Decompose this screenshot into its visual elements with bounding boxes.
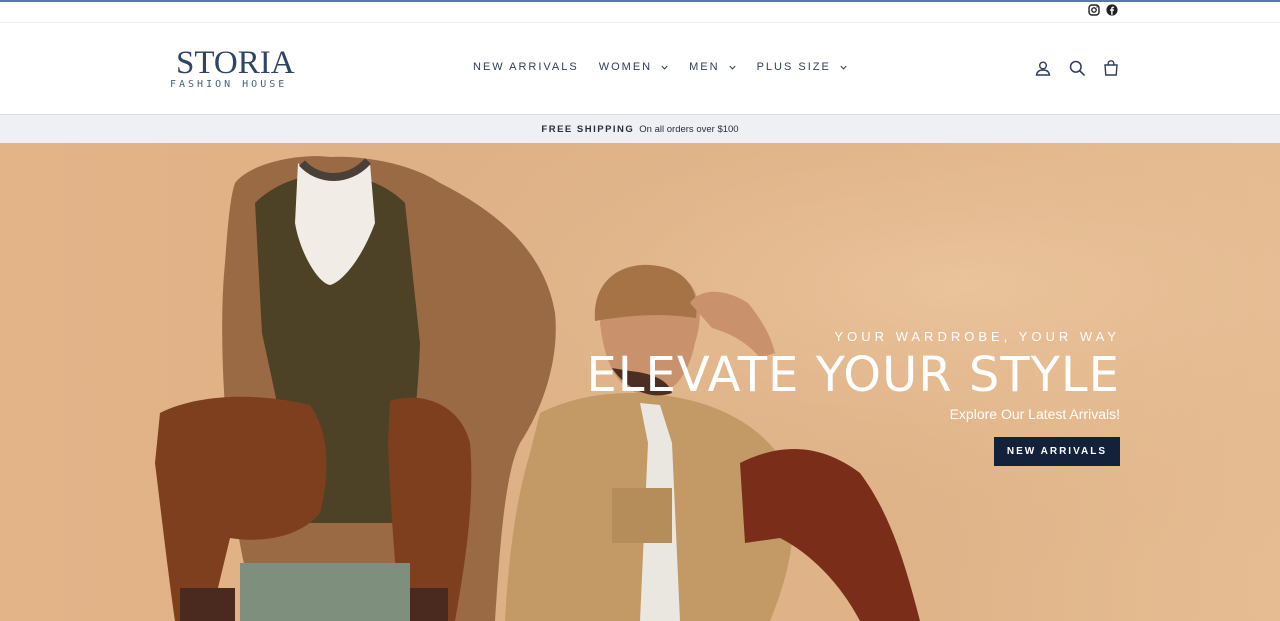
main-nav: NEW ARRIVALS WOMEN MEN PLUS SIZE [473, 61, 868, 73]
nav-label: NEW ARRIVALS [473, 61, 579, 73]
nav-label: WOMEN [598, 61, 653, 73]
header-icons [1034, 59, 1120, 77]
promo-bar: FREE SHIPPING On all orders over $100 [0, 114, 1280, 143]
chevron-down-icon [661, 65, 668, 70]
hero-text: YOUR WARDROBE, YOUR WAY ELEVATE YOUR STY… [500, 329, 1120, 466]
promo-detail: On all orders over $100 [639, 123, 739, 135]
nav-plus-size[interactable]: PLUS SIZE [757, 61, 848, 73]
top-accent-line [0, 0, 1280, 2]
search-icon[interactable] [1068, 59, 1086, 77]
site-header: STORIA FASHION HOUSE NEW ARRIVALS WOMEN … [0, 22, 1280, 114]
instagram-icon[interactable] [1088, 4, 1100, 16]
chevron-down-icon [840, 65, 847, 70]
hero-kicker: YOUR WARDROBE, YOUR WAY [834, 329, 1120, 344]
hero-banner: YOUR WARDROBE, YOUR WAY ELEVATE YOUR STY… [0, 143, 1280, 621]
facebook-icon[interactable] [1106, 4, 1118, 16]
promo-headline: FREE SHIPPING [541, 123, 635, 135]
logo-wordmark: STORIA [176, 45, 295, 81]
new-arrivals-button[interactable]: NEW ARRIVALS [993, 437, 1120, 466]
social-links [1088, 4, 1118, 16]
nav-women[interactable]: WOMEN [599, 61, 669, 73]
logo[interactable]: STORIA FASHION HOUSE [170, 45, 320, 95]
nav-men[interactable]: MEN [689, 61, 736, 73]
logo-tagline: FASHION HOUSE [170, 79, 288, 90]
account-icon[interactable] [1034, 59, 1052, 77]
nav-label: MEN [689, 61, 720, 73]
nav-label: PLUS SIZE [756, 61, 831, 73]
nav-new-arrivals[interactable]: NEW ARRIVALS [473, 61, 579, 73]
hero-title: ELEVATE YOUR STYLE [586, 347, 1120, 403]
chevron-down-icon [728, 65, 736, 70]
hero-subtitle: Explore Our Latest Arrivals! [949, 406, 1120, 422]
cart-icon[interactable] [1102, 59, 1120, 77]
